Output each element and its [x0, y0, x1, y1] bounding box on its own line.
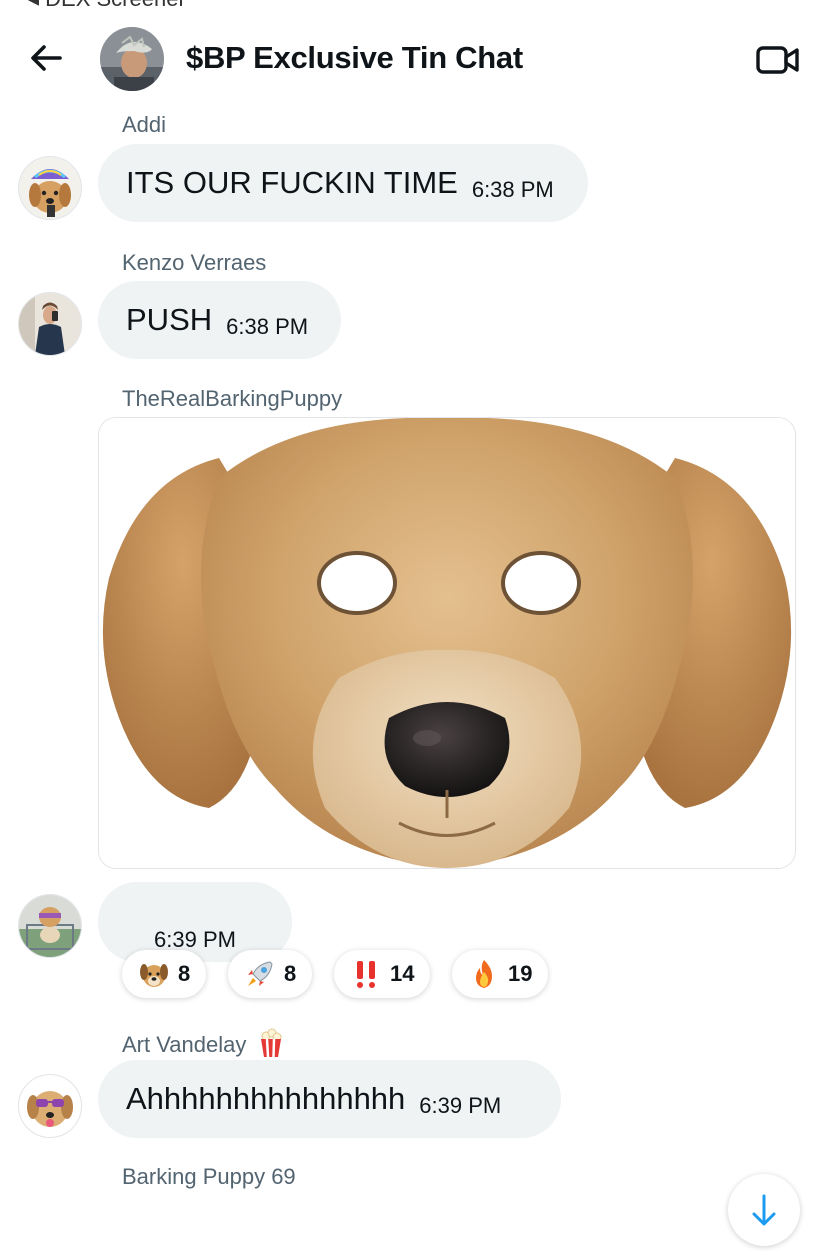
avatar[interactable]: [18, 1074, 82, 1138]
back-button[interactable]: [26, 38, 66, 78]
sender-name: Art Vandelay: [122, 1028, 284, 1058]
reaction-count: 14: [390, 961, 415, 986]
conversation-title: $BP Exclusive Tin Chat: [186, 40, 523, 75]
message-text: Ahhhhhhhhhhhhhhh: [126, 1081, 406, 1116]
video-call-button[interactable]: [754, 40, 802, 80]
reaction-count: 19: [508, 961, 533, 986]
avatar[interactable]: [18, 156, 82, 220]
scroll-to-bottom-button[interactable]: [728, 1174, 800, 1246]
reaction-double-exclamation[interactable]: 14: [334, 950, 431, 998]
rocket-icon: [248, 961, 273, 986]
double-exclamation-icon: [357, 961, 375, 988]
reaction-count: 8: [284, 961, 297, 986]
arrow-down-icon: [752, 1194, 776, 1226]
reaction-dog[interactable]: 8: [122, 950, 207, 998]
message-bubble[interactable]: ITS OUR FUCKIN TIME 6:38 PM: [98, 144, 588, 222]
message-text: ITS OUR FUCKIN TIME: [126, 165, 458, 200]
group-avatar[interactable]: [100, 27, 164, 91]
avatar[interactable]: [18, 894, 82, 958]
arrow-left-icon: [31, 45, 62, 71]
reaction-count: 8: [178, 961, 191, 986]
dog-face-icon: [140, 964, 168, 987]
message-image[interactable]: [98, 417, 796, 869]
message-time: 6:39 PM: [419, 1093, 502, 1118]
avatar[interactable]: [18, 292, 82, 356]
message-bubble[interactable]: PUSH 6:38 PM: [98, 281, 341, 359]
sender-name: Addi: [122, 112, 167, 137]
reaction-rocket[interactable]: 8: [228, 950, 313, 998]
message-text: PUSH: [126, 302, 213, 337]
sender-name-text: Art Vandelay: [122, 1032, 247, 1057]
sender-name: Kenzo Verraes: [122, 250, 267, 275]
fire-icon: [476, 960, 492, 988]
dog-face-mask-image: [99, 418, 795, 868]
message-bubble[interactable]: Ahhhhhhhhhhhhhhh 6:39 PM: [98, 1060, 561, 1138]
sender-name: Barking Puppy 69: [122, 1164, 296, 1189]
popcorn-icon: [261, 1028, 282, 1058]
message-time: 6:38 PM: [226, 314, 309, 339]
message-time: 6:38 PM: [471, 177, 554, 202]
conversation-header: $BP Exclusive Tin Chat: [0, 0, 840, 110]
reaction-fire[interactable]: 19: [452, 950, 549, 998]
video-camera-icon: [756, 46, 799, 74]
sender-name: TheRealBarkingPuppy: [122, 386, 343, 411]
